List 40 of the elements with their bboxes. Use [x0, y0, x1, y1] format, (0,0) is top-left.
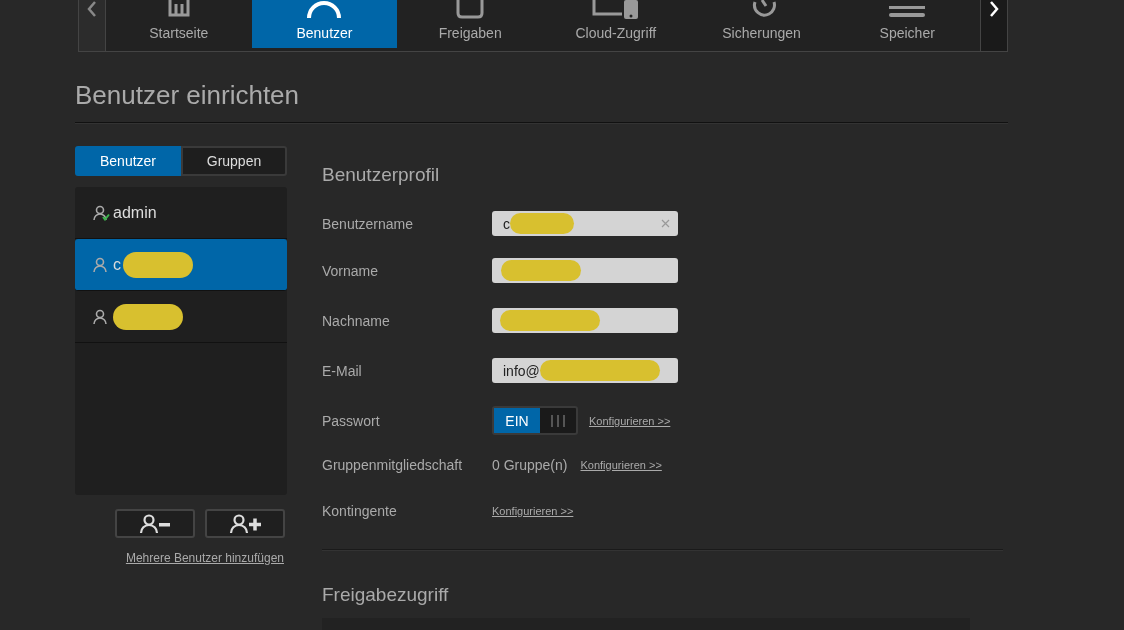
nav-tab[interactable]: Cloud-Zugriff	[543, 0, 689, 48]
chevron-right-icon	[989, 1, 1000, 17]
user-list-item[interactable]: c	[75, 239, 287, 291]
segment-tab[interactable]: Gruppen	[181, 146, 287, 176]
field-label: Gruppenmitgliedschaft	[322, 456, 464, 473]
page-title: Benutzer einrichten	[75, 79, 301, 112]
scroll-right-button[interactable]	[980, 0, 1007, 51]
user-name: c	[113, 255, 121, 274]
add-user-button[interactable]	[205, 509, 285, 538]
user-minus-icon	[138, 513, 172, 534]
remove-user-button[interactable]	[115, 509, 195, 538]
field-label: Nachname	[322, 312, 391, 329]
field-label: E-Mail	[322, 362, 363, 379]
nav-tab[interactable]: Speicher	[834, 0, 981, 48]
configure-link[interactable]: Konfigurieren >>	[492, 504, 574, 517]
text-field[interactable]: c	[492, 211, 678, 236]
add-multiple-users-link[interactable]: Mehrere Benutzer hinzufügen	[125, 551, 284, 565]
user-plus-icon	[228, 513, 262, 534]
configure-link[interactable]: Konfigurieren >>	[580, 458, 662, 471]
nav-tab[interactable]: Benutzer	[251, 0, 398, 48]
group-count: 0 Gruppe(n)	[492, 456, 568, 473]
scroll-left-button[interactable]	[79, 0, 106, 51]
chevron-left-icon	[86, 1, 97, 17]
text-field[interactable]: info@	[492, 358, 678, 383]
text-field[interactable]	[492, 308, 678, 333]
section-heading: Freigabezugriff	[322, 584, 450, 606]
section-heading: Benutzerprofil	[322, 164, 441, 186]
nav-tab[interactable]: Sicherungen	[688, 0, 835, 48]
field-label: Benutzername	[322, 215, 415, 232]
field-label: Kontingente	[322, 502, 398, 519]
text-field[interactable]	[492, 258, 678, 283]
segment-tab[interactable]: Benutzer	[75, 146, 181, 176]
user-check-icon	[93, 204, 111, 221]
user-name: admin	[113, 203, 157, 222]
nav-tab[interactable]: Startseite	[105, 0, 252, 48]
field-label: Passwort	[322, 412, 381, 429]
nav-tab[interactable]: Freigaben	[397, 0, 543, 48]
configure-link[interactable]: Konfigurieren >>	[589, 414, 671, 427]
field-label: Vorname	[322, 262, 380, 279]
toggle-switch[interactable]: EIN	[492, 406, 578, 435]
